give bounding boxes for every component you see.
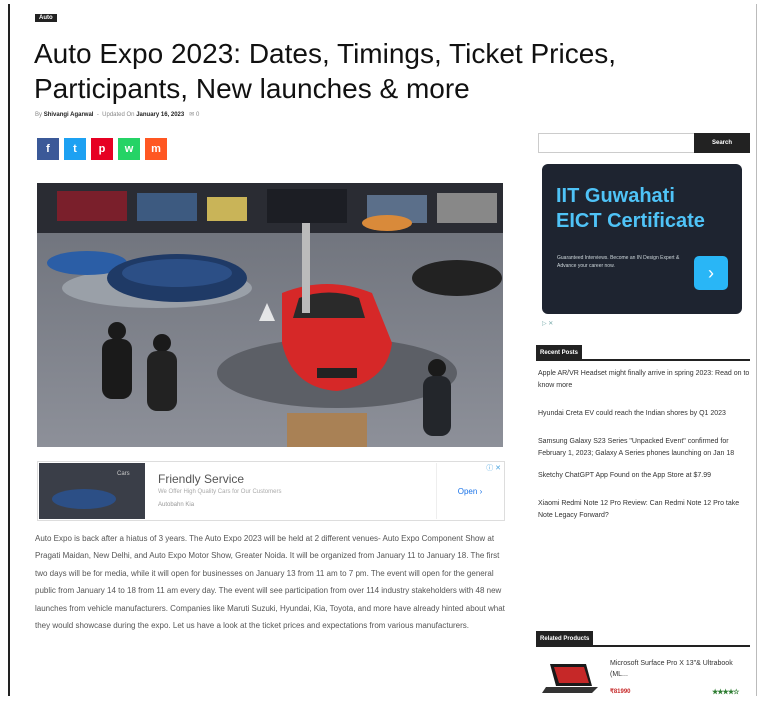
article-title: Auto Expo 2023: Dates, Timings, Ticket P… [34, 38, 617, 104]
recent-post-link[interactable]: Sketchy ChatGPT App Found on the App Sto… [538, 470, 750, 482]
adchoices-icon[interactable]: ▷ ✕ [542, 320, 553, 327]
recent-post-link[interactable]: Apple AR/VR Headset might finally arrive… [538, 368, 750, 392]
ad-car-illustration: Cars [39, 463, 145, 519]
whatsapp-icon: w [124, 143, 134, 155]
sidebar-ad-title-line1: IIT Guwahati [556, 185, 675, 207]
ad-brand: Cars [117, 471, 130, 477]
comment-count[interactable]: 0 [196, 112, 199, 118]
whatsapp-share-button[interactable]: w [118, 138, 140, 160]
ad-subtitle: We Offer High Quality Cars for Our Custo… [158, 489, 282, 495]
ad-title[interactable]: Friendly Service [158, 472, 244, 486]
ad-thumbnail: Cars [39, 463, 145, 519]
recent-posts-heading: Recent Posts [536, 341, 750, 361]
sidebar-ad-title: IIT Guwahati EICT Certificate [556, 184, 705, 234]
share-bar: f t p w m [37, 138, 167, 160]
hero-image [37, 183, 503, 447]
search-input[interactable] [538, 133, 695, 153]
ad-close-icon[interactable]: ⓘ ✕ [486, 463, 501, 473]
recent-posts-list: Apple AR/VR Headset might finally arrive… [538, 368, 750, 538]
chevron-right-icon: › [479, 486, 483, 496]
byline: By Shivangi Agarwal - Updated On January… [35, 112, 200, 118]
twitter-share-button[interactable]: t [64, 138, 86, 160]
product-title[interactable]: Microsoft Surface Pro X 13"& Ultrabook (… [610, 658, 750, 680]
facebook-icon: f [46, 143, 50, 155]
author-name[interactable]: Shivangi Agarwal [44, 112, 94, 118]
sidebar-ad[interactable]: IIT Guwahati EICT Certificate Guaranteed… [542, 164, 742, 314]
publish-date: January 16, 2023 [136, 112, 185, 118]
recent-posts-label: Recent Posts [536, 345, 583, 361]
ad-open-label: Open [457, 486, 478, 496]
product-price: ₹81990 [610, 689, 631, 695]
sidebar-ad-title-line2: EICT Certificate [556, 210, 705, 232]
product-image[interactable] [542, 660, 602, 696]
related-products-label: Related Products [536, 631, 594, 647]
recent-post-link[interactable]: Xiaomi Redmi Note 12 Pro Review: Can Red… [538, 498, 750, 522]
pinterest-share-button[interactable]: p [91, 138, 113, 160]
comment-icon[interactable]: ✉ [189, 112, 194, 118]
facebook-share-button[interactable]: f [37, 138, 59, 160]
laptop-illustration [542, 664, 598, 693]
expo-hall-illustration [37, 183, 503, 447]
related-products-heading: Related Products [536, 627, 750, 647]
recent-post-link[interactable]: Samsung Galaxy S23 Series "Unpacked Even… [538, 436, 750, 460]
ad-domain: Autobahn Kia [158, 502, 195, 508]
mix-share-button[interactable]: m [145, 138, 167, 160]
updated-label: Updated On [102, 112, 135, 118]
twitter-icon: t [73, 143, 77, 155]
article-body: Auto Expo is back after a hiatus of 3 ye… [35, 534, 505, 631]
inline-ad[interactable]: Cars Friendly Service We Offer High Qual… [37, 461, 505, 521]
author-prefix: By [35, 112, 43, 118]
category-badge[interactable]: Auto [35, 14, 57, 22]
recent-post-link[interactable]: Hyundai Creta EV could reach the Indian … [538, 408, 750, 420]
product-rating: ★★★★☆ [712, 689, 739, 696]
pinterest-icon: p [98, 143, 106, 155]
search-button[interactable]: Search [694, 133, 750, 153]
mix-icon: m [151, 143, 161, 155]
sidebar-ad-text: Guaranteed Interviews. Become an IN Desi… [557, 255, 680, 269]
chevron-right-icon[interactable]: › [694, 256, 728, 290]
